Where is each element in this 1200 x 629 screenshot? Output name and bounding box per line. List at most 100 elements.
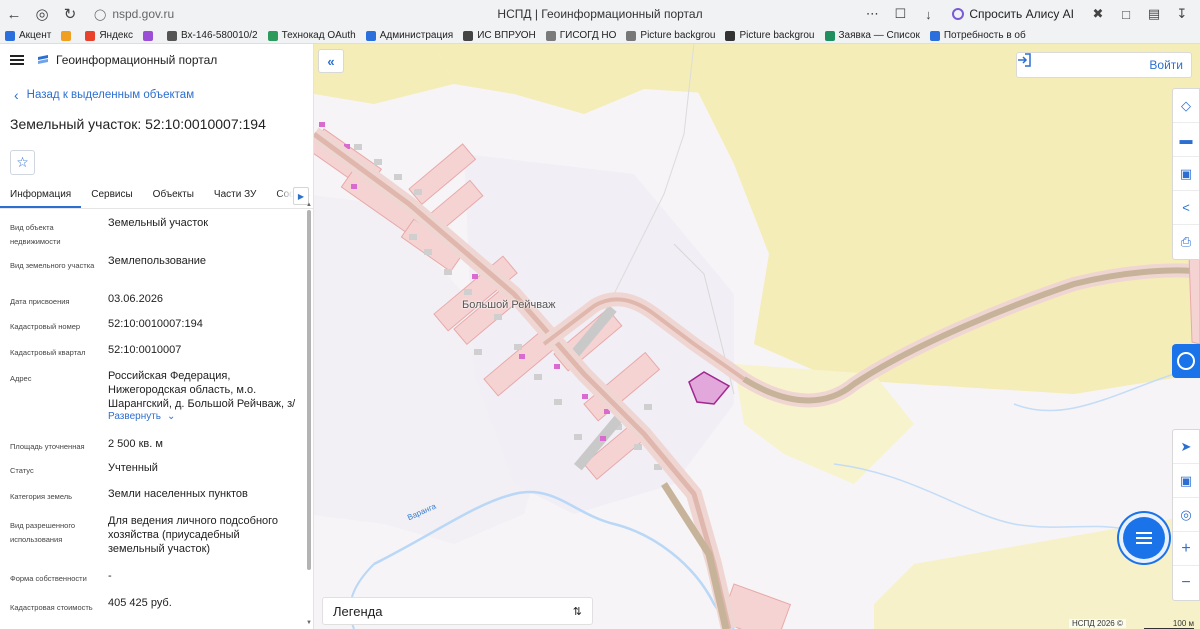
map-canvas[interactable]: Большой Рейчваж Варанга « Войти ◇ ▬ ▣ < … — [314, 44, 1200, 629]
bookmark-item[interactable]: ИС ВПРУОН — [458, 30, 541, 41]
bookmarks-bar: Акцент Яндекс Вх-146-580010/2 Технокад OAut… — [0, 28, 1200, 44]
bookmark-label: ИС ВПРУОН — [477, 30, 536, 41]
bookmark-favicon-icon — [626, 30, 637, 41]
chevron-left-icon: ‹ — [14, 87, 19, 103]
bookmark-label: Яндекс — [99, 30, 133, 41]
zoom-in-icon[interactable]: + — [1173, 532, 1199, 566]
settlement-label: Большой Рейчваж — [462, 299, 556, 311]
protect-icon[interactable]: ◎ — [28, 0, 56, 28]
ruler-icon[interactable]: ▬ — [1173, 123, 1199, 157]
layers-icon[interactable]: ◇ — [1173, 89, 1199, 123]
bookmark-label: Потребность в об — [943, 30, 1026, 41]
bookmark-item[interactable]: Вх-146-580010/2 — [162, 30, 263, 41]
legend-dropdown[interactable]: Легенда ⇅ — [322, 597, 593, 625]
property-key: Вид земельного участка — [10, 261, 95, 270]
bookmark-favicon-icon — [545, 30, 556, 41]
tools-icon[interactable]: ✖ — [1086, 2, 1110, 26]
bookmark-favicon-icon — [929, 30, 940, 41]
object-title: Земельный участок: 52:10:0010007:194 — [10, 116, 266, 132]
property-value: Учтенный — [108, 462, 158, 474]
bookmark-label: Вх-146-580010/2 — [180, 30, 258, 41]
bookmark-item[interactable]: ГИСОГД НО — [541, 30, 622, 41]
bookmark-item[interactable]: Акцент — [0, 30, 56, 41]
back-link-label: Назад к выделенным объектам — [26, 89, 195, 101]
bookmark-label: Технокад OAuth — [281, 30, 356, 41]
back-arrow-icon[interactable]: ← — [0, 0, 28, 28]
property-key: Статус — [10, 466, 34, 475]
locate-icon[interactable]: ➤ — [1173, 430, 1199, 464]
bookmark-label: Акцент — [19, 30, 52, 41]
bookmark-item[interactable] — [138, 30, 162, 41]
bookmark-item[interactable]: Заявка — Список — [820, 30, 925, 41]
gps-icon[interactable]: ◎ — [1173, 498, 1199, 532]
bookmark-item[interactable]: Picture backgrou — [720, 30, 819, 41]
reload-icon[interactable]: ↻ — [56, 0, 84, 28]
map-attribution: НСПД 2026 © — [1069, 619, 1126, 628]
bookmark-favicon-icon — [824, 30, 835, 41]
bookmark-item[interactable]: Яндекс — [80, 30, 138, 41]
url-text: nspd.gov.ru — [112, 7, 175, 21]
property-value: 2 500 кв. м — [108, 438, 163, 450]
minimap-icon[interactable]: ▣ — [1173, 464, 1199, 498]
info-tabs: Информация Сервисы Объекты Части ЗУ Сост… — [0, 185, 313, 209]
login-icon — [1018, 53, 1031, 67]
print-icon[interactable]: ⎙ — [1173, 225, 1199, 259]
bookmark-icon[interactable]: ☐ — [888, 2, 912, 26]
bookmark-favicon-icon — [725, 30, 736, 41]
menu-icon[interactable] — [10, 55, 24, 65]
bookmark-item[interactable]: Технокад OAuth — [263, 30, 361, 41]
collapse-panel-button[interactable]: « — [318, 49, 344, 73]
star-icon: ☆ — [16, 154, 29, 170]
map-scale: 100 м — [1144, 619, 1194, 629]
bookmark-favicon-icon — [365, 30, 376, 41]
tab-services[interactable]: Сервисы — [81, 185, 142, 208]
scroll-thumb[interactable] — [307, 210, 311, 570]
assistant-icon — [1177, 352, 1195, 370]
ask-alice-button[interactable]: Спросить Алису AI — [944, 3, 1082, 25]
download-icon[interactable]: ↓ — [916, 2, 940, 26]
bookmark-favicon-icon — [267, 30, 278, 41]
bookmark-label: Picture backgrou — [739, 30, 815, 41]
select-area-icon[interactable]: ▣ — [1173, 157, 1199, 191]
share-icon[interactable]: < — [1173, 191, 1199, 225]
login-button[interactable]: Войти — [1016, 52, 1192, 78]
more-dots-icon[interactable]: ⋯ — [860, 2, 884, 26]
back-to-selected-link[interactable]: ‹ Назад к выделенным объектам — [0, 76, 313, 114]
bookmark-favicon-icon — [142, 30, 153, 41]
property-key: Вид разрешенного использования — [10, 521, 76, 544]
scroll-up-arrow-icon[interactable]: ▲ — [306, 202, 312, 208]
object-info-panel: Геоинформационный портал ‹ Назад к выдел… — [0, 44, 314, 629]
bookmark-item[interactable] — [56, 30, 80, 41]
property-key: Адрес — [10, 374, 32, 383]
sort-arrows-icon: ⇅ — [572, 605, 582, 618]
bookmark-favicon-icon — [166, 30, 177, 41]
property-key: Кадастровая стоимость — [10, 603, 93, 612]
expand-address-link[interactable]: Развернуть ⌄ — [108, 411, 175, 422]
collections-icon[interactable]: ▤ — [1142, 2, 1166, 26]
favorite-button[interactable]: ☆ — [10, 150, 35, 175]
assistant-badge-button[interactable] — [1172, 344, 1200, 378]
bookmark-item[interactable]: Picture backgrou — [621, 30, 720, 41]
tab-objects[interactable]: Объекты — [143, 185, 204, 208]
bookmark-item[interactable]: Потребность в об — [925, 30, 1031, 41]
property-value: Для ведения личного подсобного хозяйства… — [108, 515, 279, 555]
extensions-icon[interactable]: □ — [1114, 2, 1138, 26]
tab-information[interactable]: Информация — [0, 185, 82, 208]
zoom-out-icon[interactable]: − — [1173, 566, 1199, 600]
chat-button[interactable] — [1123, 517, 1165, 559]
bookmark-label: Администрация — [379, 30, 454, 41]
scroll-down-arrow-icon[interactable]: ▼ — [306, 620, 312, 626]
site-info-icon[interactable]: ◯ — [94, 8, 106, 21]
property-value: 405 425 руб. — [108, 597, 172, 609]
bookmark-item[interactable]: Администрация — [361, 30, 459, 41]
bookmark-favicon-icon — [85, 30, 96, 41]
property-value: Российская Федерация, Нижегородская обла… — [108, 370, 296, 410]
map-layer[interactable] — [314, 44, 1200, 629]
property-key: Дата присвоения — [10, 297, 70, 306]
property-key: Кадастровый квартал — [10, 348, 86, 357]
tab-parcel-parts[interactable]: Части ЗУ — [204, 185, 266, 208]
property-value: Землепользование — [108, 255, 207, 267]
download-tray-icon[interactable]: ↧ — [1170, 2, 1194, 26]
address-bar[interactable]: ◯ nspd.gov.ru — [90, 3, 178, 25]
panel-scrollbar[interactable]: ▲ ▼ — [306, 202, 312, 626]
